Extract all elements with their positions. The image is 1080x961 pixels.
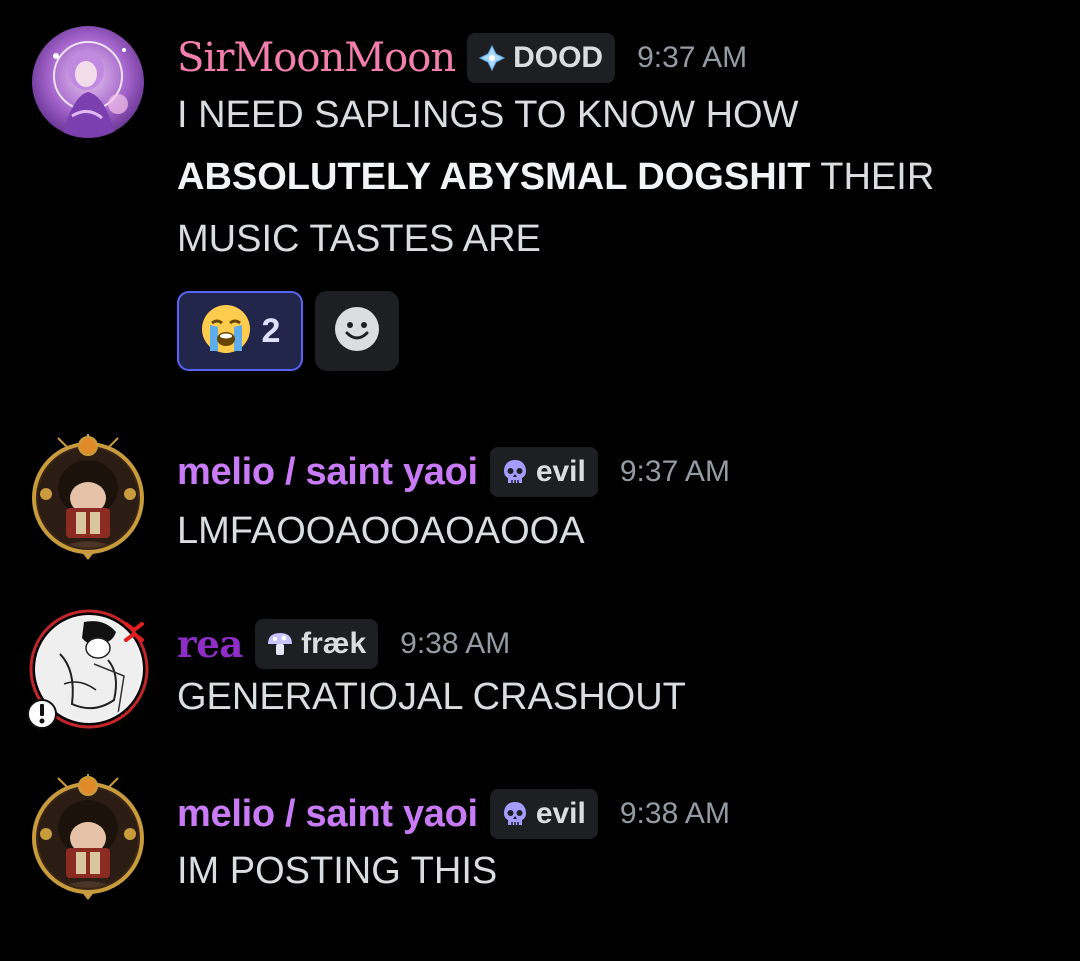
loudly-crying-face-icon	[200, 303, 252, 360]
message-line: MUSIC TASTES ARE	[177, 218, 541, 260]
reaction-loudly-crying[interactable]: 2	[177, 291, 303, 371]
avatar[interactable]	[24, 432, 152, 560]
message-content: LMFAOOAOOAOAOOA	[177, 510, 585, 552]
reactions-bar: 2	[177, 291, 411, 371]
bold-text: ABSOLUTELY ABYSMAL DOGSHIT	[177, 156, 811, 198]
message-line: I NEED SAPLINGS TO KNOW HOW	[177, 94, 799, 136]
message-header: SirMoonMoon DOOD 9:37 AM	[177, 32, 747, 84]
chat-message-list: SirMoonMoon DOOD 9:37 AM I NEED SAPLINGS…	[0, 0, 1080, 961]
username[interactable]: rea	[177, 622, 243, 666]
message-content: GENERATIOJAL CRASHOUT	[177, 676, 686, 718]
avatar-sirmoonmoon-image	[32, 26, 144, 138]
avatar[interactable]	[24, 772, 152, 900]
avatar-melio-image	[32, 774, 144, 900]
avatar[interactable]	[32, 26, 144, 138]
timestamp: 9:38 AM	[400, 627, 511, 660]
message-header: melio / saint yaoi evil 9:38 AM	[177, 788, 730, 840]
skull-icon	[500, 457, 530, 487]
reaction-count: 2	[261, 311, 281, 350]
clan-tag[interactable]: DOOD	[467, 33, 616, 83]
add-reaction-button[interactable]	[315, 291, 399, 371]
username[interactable]: melio / saint yaoi	[177, 793, 478, 836]
message-header: melio / saint yaoi evil 9:37 AM	[177, 446, 730, 498]
tag-label: DOOD	[513, 41, 604, 74]
clan-tag[interactable]: evil	[489, 789, 598, 839]
message-line: ABSOLUTELY ABYSMAL DOGSHIT THEIR	[177, 146, 1037, 208]
timestamp: 9:38 AM	[619, 797, 730, 830]
message-header: rea fræk 9:38 AM	[177, 618, 510, 670]
message-content: I NEED SAPLINGS TO KNOW HOW ABSOLUTELY A…	[177, 84, 1037, 270]
diamond-sparkle-icon	[477, 43, 507, 73]
timestamp: 9:37 AM	[619, 455, 730, 488]
clan-tag[interactable]: fræk	[255, 619, 379, 669]
clan-tag[interactable]: evil	[489, 447, 598, 497]
mushroom-icon	[265, 629, 295, 659]
tag-label: evil	[535, 797, 586, 830]
username[interactable]: melio / saint yaoi	[177, 451, 478, 494]
tag-label: fræk	[301, 627, 367, 660]
skull-icon	[500, 799, 530, 829]
timestamp: 9:37 AM	[637, 41, 748, 74]
avatar-rea-image	[27, 609, 149, 729]
avatar[interactable]	[24, 604, 154, 734]
message-content: IM POSTING THIS	[177, 850, 498, 892]
message-text: THEIR	[810, 156, 935, 198]
username[interactable]: SirMoonMoon	[177, 35, 456, 81]
avatar-melio-image	[32, 434, 144, 560]
add-reaction-smiley-icon	[333, 305, 381, 358]
tag-label: evil	[535, 455, 586, 488]
